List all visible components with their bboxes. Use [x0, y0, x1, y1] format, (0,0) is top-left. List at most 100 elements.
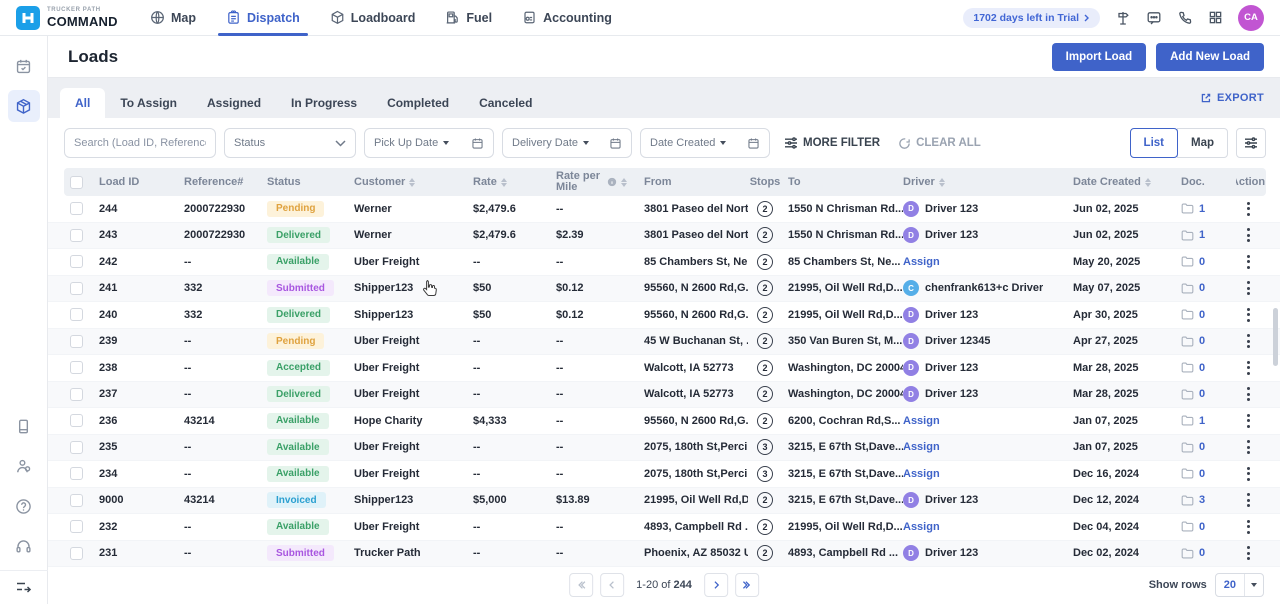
driver-name-link[interactable]: Assign [903, 441, 940, 453]
date-created-filter[interactable]: Date Created [640, 128, 770, 158]
delivery-date-filter[interactable]: Delivery Date [502, 128, 632, 158]
driver-name-link[interactable]: Driver 123 [925, 494, 978, 506]
doc-count-link[interactable]: 0 [1199, 282, 1205, 294]
load-row[interactable]: 242 -- Available Uber Freight -- -- 85 C… [48, 249, 1280, 276]
row-actions-menu-button[interactable] [1241, 464, 1256, 484]
trial-badge[interactable]: 1702 days left in Trial [963, 8, 1100, 28]
tab-assigned[interactable]: Assigned [192, 88, 276, 118]
load-row[interactable]: 241 332 Submitted Shipper123 $50 $0.12 9… [48, 276, 1280, 303]
doc-count-link[interactable]: 0 [1199, 521, 1205, 533]
doc-count-link[interactable]: 0 [1199, 335, 1205, 347]
row-checkbox[interactable] [70, 308, 83, 321]
nav-item-accounting[interactable]: Accounting [522, 0, 612, 35]
previous-page-button[interactable] [600, 573, 624, 597]
doc-count-link[interactable]: 3 [1199, 494, 1205, 506]
export-button[interactable]: EXPORT [1200, 92, 1264, 104]
row-actions-menu-button[interactable] [1241, 305, 1256, 325]
sidebar-item-schedule[interactable] [8, 50, 40, 82]
first-page-button[interactable] [569, 573, 593, 597]
doc-count-link[interactable]: 0 [1199, 309, 1205, 321]
row-actions-menu-button[interactable] [1241, 437, 1256, 457]
nav-item-map[interactable]: Map [150, 0, 196, 35]
clear-all-button[interactable]: CLEAR ALL [898, 137, 981, 150]
row-checkbox[interactable] [70, 520, 83, 533]
driver-name-link[interactable]: Assign [903, 468, 940, 480]
row-actions-menu-button[interactable] [1241, 278, 1256, 298]
driver-name-link[interactable]: Driver 12345 [925, 335, 990, 347]
row-checkbox[interactable] [70, 229, 83, 242]
select-all-checkbox[interactable] [70, 176, 83, 189]
row-checkbox[interactable] [70, 441, 83, 454]
nav-item-fuel[interactable]: Fuel [445, 0, 492, 35]
driver-name-link[interactable]: Driver 123 [925, 547, 978, 559]
doc-count-link[interactable]: 0 [1199, 441, 1205, 453]
doc-count-link[interactable]: 0 [1199, 388, 1205, 400]
row-checkbox[interactable] [70, 282, 83, 295]
add-new-load-button[interactable]: Add New Load [1156, 43, 1264, 71]
row-actions-menu-button[interactable] [1241, 225, 1256, 245]
sidebar-item-drivers[interactable] [8, 450, 40, 482]
row-actions-menu-button[interactable] [1241, 331, 1256, 351]
apps-grid-icon[interactable] [1208, 10, 1223, 25]
signpost-icon[interactable] [1115, 10, 1131, 26]
driver-name-link[interactable]: Driver 123 [925, 362, 978, 374]
row-checkbox[interactable] [70, 335, 83, 348]
rows-per-page-select[interactable]: 20 [1215, 573, 1264, 597]
table-scrollbar[interactable] [1273, 308, 1278, 366]
pickup-date-filter[interactable]: Pick Up Date [364, 128, 494, 158]
driver-name-link[interactable]: Driver 123 [925, 229, 978, 241]
nav-item-dispatch[interactable]: Dispatch [226, 0, 300, 35]
row-checkbox[interactable] [70, 414, 83, 427]
load-row[interactable]: 231 -- Submitted Trucker Path -- -- Phoe… [48, 541, 1280, 568]
row-actions-menu-button[interactable] [1241, 411, 1256, 431]
chat-icon[interactable] [1146, 10, 1162, 26]
sidebar-item-help[interactable] [8, 490, 40, 522]
row-actions-menu-button[interactable] [1241, 517, 1256, 537]
load-row[interactable]: 235 -- Available Uber Freight -- -- 2075… [48, 435, 1280, 462]
doc-count-link[interactable]: 0 [1199, 256, 1205, 268]
row-actions-menu-button[interactable] [1241, 384, 1256, 404]
search-input[interactable] [74, 137, 206, 149]
tab-all[interactable]: All [60, 88, 105, 118]
sidebar-collapse-toggle[interactable] [0, 570, 48, 604]
sidebar-item-loads[interactable] [8, 90, 40, 122]
load-row[interactable]: 238 -- Accepted Uber Freight -- -- Walco… [48, 355, 1280, 382]
driver-name-link[interactable]: Assign [903, 256, 940, 268]
load-row[interactable]: 244 2000722930 Pending Werner $2,479.6 -… [48, 196, 1280, 223]
driver-name-link[interactable]: Assign [903, 521, 940, 533]
doc-count-link[interactable]: 0 [1199, 362, 1205, 374]
row-checkbox[interactable] [70, 547, 83, 560]
tab-in-progress[interactable]: In Progress [276, 88, 372, 118]
column-settings-button[interactable] [1236, 128, 1266, 158]
row-actions-menu-button[interactable] [1241, 543, 1256, 563]
row-actions-menu-button[interactable] [1241, 358, 1256, 378]
column-header-date-created[interactable]: Date Created [1073, 176, 1181, 188]
row-actions-menu-button[interactable] [1241, 252, 1256, 272]
load-row[interactable]: 236 43214 Available Hope Charity $4,333 … [48, 408, 1280, 435]
row-checkbox[interactable] [70, 361, 83, 374]
load-row[interactable]: 234 -- Available Uber Freight -- -- 2075… [48, 461, 1280, 488]
brand[interactable]: TRUCKER PATH COMMAND [0, 6, 138, 30]
more-filter-button[interactable]: MORE FILTER [784, 137, 880, 149]
load-row[interactable]: 240 332 Delivered Shipper123 $50 $0.12 9… [48, 302, 1280, 329]
sidebar-item-support[interactable] [8, 530, 40, 562]
last-page-button[interactable] [735, 573, 759, 597]
load-row[interactable]: 239 -- Pending Uber Freight -- -- 45 W B… [48, 329, 1280, 356]
column-header-rate-per-mile[interactable]: Rate per Mile [556, 171, 644, 193]
import-load-button[interactable]: Import Load [1052, 43, 1146, 71]
row-actions-menu-button[interactable] [1241, 490, 1256, 510]
doc-count-link[interactable]: 1 [1199, 203, 1205, 215]
column-header-rate[interactable]: Rate [473, 176, 556, 188]
load-row[interactable]: 237 -- Delivered Uber Freight -- -- Walc… [48, 382, 1280, 409]
user-avatar[interactable]: CA [1238, 5, 1264, 31]
load-row[interactable]: 232 -- Available Uber Freight -- -- 4893… [48, 514, 1280, 541]
sidebar-item-mobile-app[interactable] [8, 410, 40, 442]
row-checkbox[interactable] [70, 494, 83, 507]
row-checkbox[interactable] [70, 388, 83, 401]
load-row[interactable]: 9000 43214 Invoiced Shipper123 $5,000 $1… [48, 488, 1280, 515]
driver-name-link[interactable]: Driver 123 [925, 388, 978, 400]
driver-name-link[interactable]: chenfrank613+c Driver [925, 282, 1043, 294]
driver-name-link[interactable]: Driver 123 [925, 203, 978, 215]
view-map-button[interactable]: Map [1177, 128, 1228, 158]
tab-to-assign[interactable]: To Assign [105, 88, 192, 118]
